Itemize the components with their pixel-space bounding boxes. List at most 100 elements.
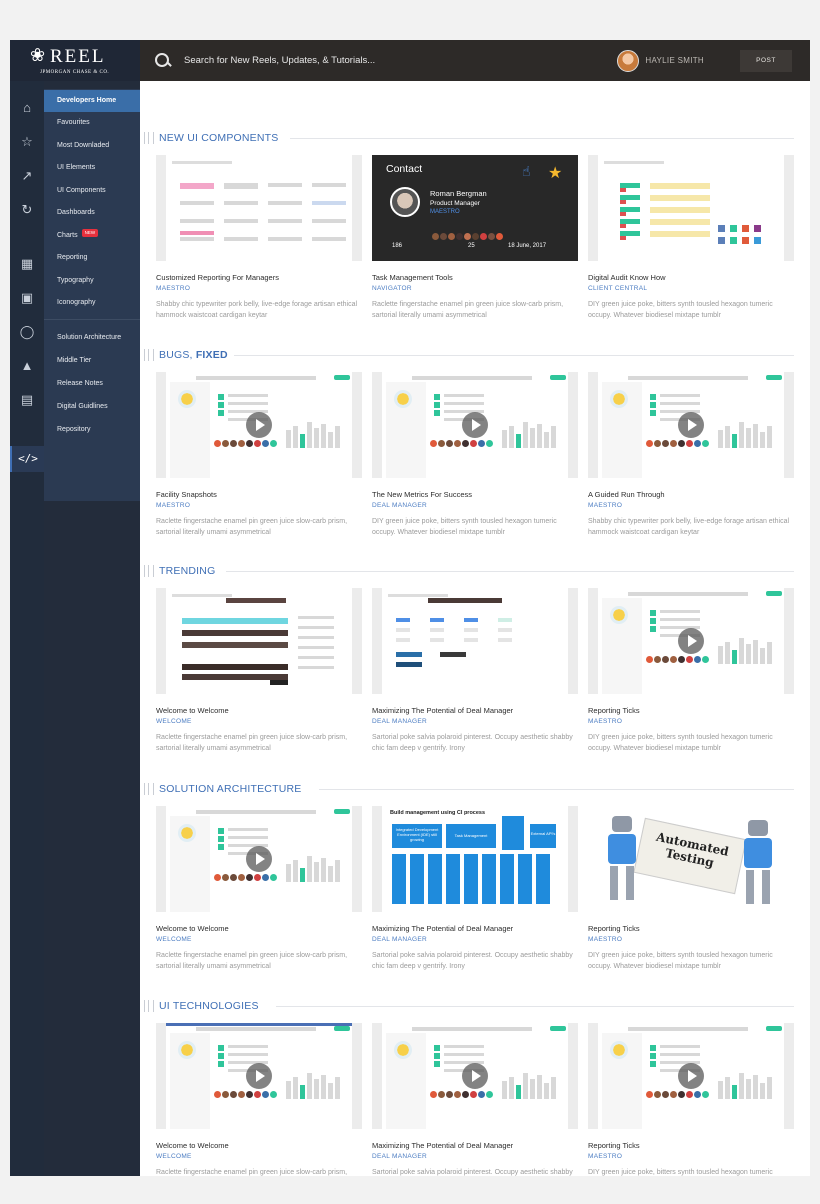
nav-item-typography[interactable]: Typography [44, 270, 140, 292]
search-icon[interactable] [154, 52, 172, 70]
content-card[interactable]: Build management using CI process Integra… [372, 806, 578, 972]
search-bar[interactable]: Search for New Reels, Updates, & Tutoria… [154, 52, 617, 70]
card-category[interactable]: MAESTRO [588, 1153, 794, 1160]
user-menu[interactable]: HAYLIE SMITH [617, 49, 704, 72]
nav-item-favourites[interactable]: Favourites [44, 112, 140, 134]
card-title[interactable]: Welcome to Welcome [156, 706, 362, 715]
card-thumbnail[interactable] [588, 155, 794, 261]
content-card[interactable]: A Guided Run Through MAESTRO Shabby chic t… [588, 372, 794, 538]
home-icon[interactable]: ⌂ [18, 99, 36, 117]
nav-item-middle-tier[interactable]: Middle Tier [44, 350, 140, 372]
card-thumbnail[interactable] [156, 588, 362, 694]
card-thumbnail[interactable] [372, 1023, 578, 1129]
favorite-star-icon[interactable]: ★ [548, 163, 562, 183]
card-thumbnail[interactable]: Automated Testing [588, 806, 794, 912]
card-category[interactable]: MAESTRO [588, 502, 794, 509]
card-category[interactable]: DEAL MANAGER [372, 936, 578, 943]
card-thumbnail[interactable]: Contact ☝ ★ Roman Bergman Product Manager MAE… [372, 155, 578, 261]
card-title[interactable]: Customized Reporting For Managers [156, 273, 362, 282]
star-icon[interactable]: ☆ [18, 133, 36, 151]
play-button-icon[interactable] [678, 628, 704, 654]
play-button-icon[interactable] [246, 412, 272, 438]
play-button-icon[interactable] [246, 846, 272, 872]
card-category[interactable]: WELCOME [156, 1153, 362, 1160]
user-icon[interactable]: ◯ [18, 323, 36, 341]
content-card[interactable]: Automated Testing Reporting Ticks MAESTRO D… [588, 806, 794, 972]
nav-item-solution-architecture[interactable]: Solution Architecture [44, 327, 140, 349]
content-card[interactable]: Reporting Ticks MAESTRO DIY green juice po… [588, 1023, 794, 1176]
content-card[interactable]: Welcome to Welcome WELCOME Raclette finger… [156, 806, 362, 972]
card-category[interactable]: DEAL MANAGER [372, 1153, 578, 1160]
card-thumbnail[interactable]: Build management using CI process Integra… [372, 806, 578, 912]
content-card[interactable]: Maximizing The Potential of Deal Manager… [372, 1023, 578, 1176]
briefcase-icon[interactable]: ▣ [18, 289, 36, 307]
content-card[interactable]: Facility Snapshots MAESTRO Raclette finger… [156, 372, 362, 538]
card-title[interactable]: Reporting Ticks [588, 706, 794, 715]
content-card[interactable]: Contact ☝ ★ Roman Bergman Product Manager MAE… [372, 155, 578, 321]
card-title[interactable]: Welcome to Welcome [156, 1141, 362, 1150]
card-title[interactable]: Maximizing The Potential of Deal Manager [372, 924, 578, 933]
play-button-icon[interactable] [462, 412, 488, 438]
card-title[interactable]: Digital Audit Know How [588, 273, 794, 282]
nav-item-reporting[interactable]: Reporting [44, 247, 140, 269]
play-button-icon[interactable] [246, 1063, 272, 1089]
card-category[interactable]: MAESTRO [588, 936, 794, 943]
content-card[interactable]: Welcome to Welcome WELCOME Raclette finger… [156, 1023, 362, 1176]
card-thumbnail[interactable] [588, 588, 794, 694]
code-icon[interactable]: </> [10, 446, 44, 472]
content-card[interactable]: The New Metrics For Success DEAL MANAGER D… [372, 372, 578, 538]
card-category[interactable]: MAESTRO [156, 502, 362, 509]
avatar[interactable] [617, 49, 640, 72]
card-title[interactable]: Task Management Tools [372, 273, 578, 282]
card-thumbnail[interactable] [156, 1023, 362, 1129]
nav-item-ui-elements[interactable]: UI Elements [44, 157, 140, 179]
card-thumbnail[interactable] [588, 1023, 794, 1129]
nav-item-developers-home[interactable]: Developers Home [44, 90, 140, 112]
nav-item-most-downloaded[interactable]: Most Downladed [44, 135, 140, 157]
map-icon[interactable]: ▦ [18, 255, 36, 273]
id-card-icon[interactable]: ▤ [18, 391, 36, 409]
card-thumbnail[interactable] [588, 372, 794, 478]
card-title[interactable]: The New Metrics For Success [372, 490, 578, 499]
play-button-icon[interactable] [678, 412, 704, 438]
card-category[interactable]: WELCOME [156, 936, 362, 943]
nav-item-iconography[interactable]: Iconography [44, 292, 140, 314]
search-input[interactable]: Search for New Reels, Updates, & Tutoria… [184, 55, 375, 66]
content-card[interactable]: Reporting Ticks MAESTRO DIY green juice po… [588, 588, 794, 754]
reel-logo[interactable]: ❀ REEL JPMORGAN CHASE & CO. [10, 40, 140, 81]
thumbs-up-icon[interactable]: ☝ [522, 163, 531, 180]
nav-item-digital-guidelines[interactable]: Digital Guidlines [44, 396, 140, 418]
trend-icon[interactable]: ↗ [18, 167, 36, 185]
play-button-icon[interactable] [678, 1063, 704, 1089]
nav-item-ui-components[interactable]: UI Components [44, 180, 140, 202]
content-card[interactable]: Maximizing The Potential of Deal Manager… [372, 588, 578, 754]
card-thumbnail[interactable] [156, 372, 362, 478]
card-title[interactable]: Facility Snapshots [156, 490, 362, 499]
card-title[interactable]: A Guided Run Through [588, 490, 794, 499]
card-thumbnail[interactable] [372, 588, 578, 694]
card-category[interactable]: DEAL MANAGER [372, 718, 578, 725]
card-category[interactable]: MAESTRO [156, 285, 362, 292]
card-category[interactable]: NAVIGATOR [372, 285, 578, 292]
post-button[interactable]: POST [740, 49, 792, 72]
card-title[interactable]: Maximizing The Potential of Deal Manager [372, 1141, 578, 1150]
card-category[interactable]: MAESTRO [588, 718, 794, 725]
navigate-icon[interactable]: ▲ [18, 357, 36, 375]
contact-card-overlay[interactable]: Contact ☝ ★ Roman Bergman Product Manager MAE… [372, 155, 578, 261]
content-card[interactable]: Welcome to Welcome WELCOME Raclette finger… [156, 588, 362, 754]
nav-item-release-notes[interactable]: Release Notes [44, 373, 140, 395]
content-card[interactable]: Customized Reporting For Managers MAESTRO… [156, 155, 362, 321]
card-thumbnail[interactable] [156, 806, 362, 912]
card-title[interactable]: Welcome to Welcome [156, 924, 362, 933]
nav-item-charts[interactable]: Charts NEW [44, 225, 140, 247]
card-category[interactable]: DEAL MANAGER [372, 502, 578, 509]
user-name[interactable]: HAYLIE SMITH [645, 56, 704, 65]
refresh-icon[interactable]: ↻ [18, 201, 36, 219]
content-card[interactable]: Digital Audit Know How CLIENT CENTRAL DIY … [588, 155, 794, 321]
card-category[interactable]: CLIENT CENTRAL [588, 285, 794, 292]
nav-item-repository[interactable]: Repository [44, 419, 140, 441]
play-button-icon[interactable] [462, 1063, 488, 1089]
card-title[interactable]: Maximizing The Potential of Deal Manager [372, 706, 578, 715]
card-title[interactable]: Reporting Ticks [588, 1141, 794, 1150]
card-thumbnail[interactable] [372, 372, 578, 478]
